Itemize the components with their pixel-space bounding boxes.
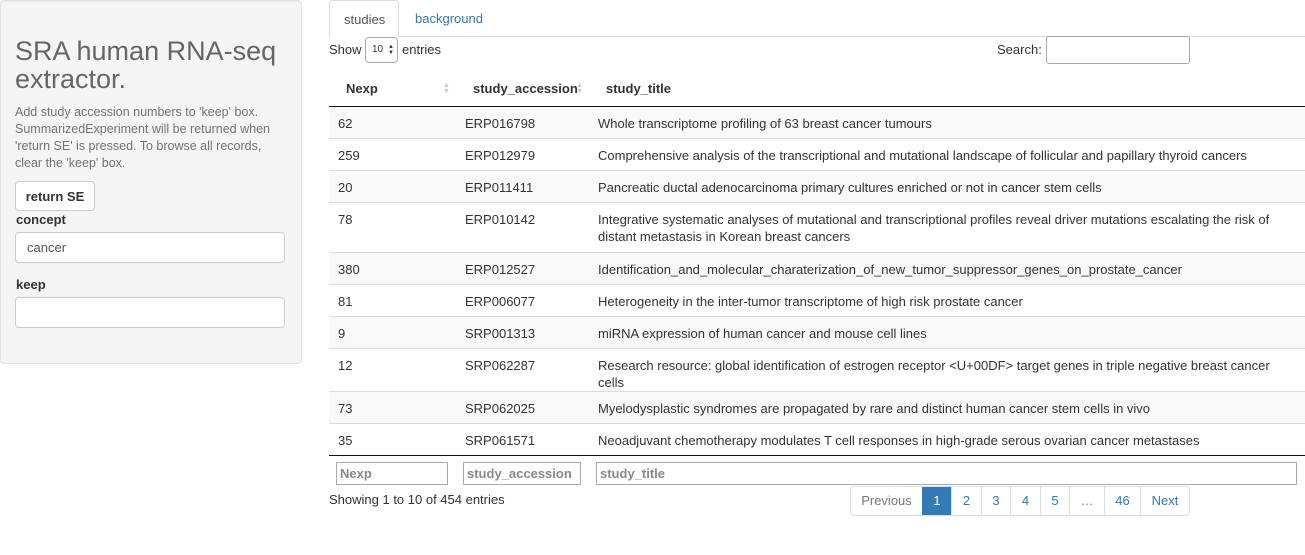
table-info: Showing 1 to 10 of 454 entries xyxy=(329,492,505,507)
pagination-previous[interactable]: Previous xyxy=(851,487,922,515)
select-arrows-icon: ▲ ▼ xyxy=(388,44,394,56)
entries-label: entries xyxy=(402,42,442,57)
pagination-ellipsis: … xyxy=(1069,487,1104,515)
sort-icon: ▲ ▼ xyxy=(443,82,450,95)
cell-nexp: 81 xyxy=(329,283,456,316)
cell-study-accession: SRP061571 xyxy=(456,422,589,455)
cell-study-title: Heterogeneity in the inter-tumor transcr… xyxy=(589,283,1305,316)
column-header-study-title[interactable]: study_title xyxy=(589,72,1305,107)
pagination: Previous 1 2 3 4 5 … 46 Next xyxy=(850,486,1190,516)
cell-nexp: 9 xyxy=(329,315,456,348)
filter-input-study-title[interactable] xyxy=(596,461,1297,485)
column-header-study-accession[interactable]: study_accession ▲ ▼ xyxy=(456,72,589,107)
cell-study-accession: SRP062025 xyxy=(456,390,589,423)
cell-study-accession: ERP011411 xyxy=(456,169,589,202)
table-row[interactable]: 9 SRP001313 miRNA expression of human ca… xyxy=(329,315,1305,348)
cell-study-accession: ERP010142 xyxy=(456,201,589,252)
cell-nexp: 73 xyxy=(329,390,456,423)
column-header-label: study_accession xyxy=(473,81,578,97)
app-title: SRA human RNA-seq extractor. xyxy=(15,36,277,94)
cell-nexp: 20 xyxy=(329,169,456,202)
table-row[interactable]: 380 ERP012527 Identification_and_molecul… xyxy=(329,251,1305,284)
table-row[interactable]: 12 SRP062287 Research resource: global i… xyxy=(329,347,1305,391)
tab-background[interactable]: background xyxy=(401,0,497,37)
keep-input[interactable] xyxy=(15,297,285,328)
cell-nexp: 78 xyxy=(329,201,456,252)
sidebar-panel: SRA human RNA-seq extractor. Add study a… xyxy=(0,0,302,364)
pagination-page-5[interactable]: 5 xyxy=(1040,487,1069,515)
cell-nexp: 259 xyxy=(329,137,456,170)
cell-study-accession: SRP062287 xyxy=(456,347,589,391)
pagination-page-1[interactable]: 1 xyxy=(922,487,951,515)
table-header-row: Nexp ▲ ▼ study_accession ▲ ▼ study_title xyxy=(329,72,1305,107)
cell-nexp: 12 xyxy=(329,347,456,391)
table-row[interactable]: 73 SRP062025 Myelodysplastic syndromes a… xyxy=(329,390,1305,423)
cell-nexp: 380 xyxy=(329,251,456,284)
cell-study-title: Research resource: global identification… xyxy=(589,347,1305,391)
concept-input[interactable] xyxy=(15,232,285,263)
cell-study-accession: ERP012527 xyxy=(456,251,589,284)
column-header-nexp[interactable]: Nexp ▲ ▼ xyxy=(329,72,456,107)
table-row[interactable]: 35 SRP061571 Neoadjuvant chemotherapy mo… xyxy=(329,422,1305,455)
cell-study-title: Neoadjuvant chemotherapy modulates T cel… xyxy=(589,422,1305,455)
return-se-button[interactable]: return SE xyxy=(15,181,95,211)
show-label: Show xyxy=(329,42,362,57)
cell-study-accession: ERP012979 xyxy=(456,137,589,170)
search-label: Search: xyxy=(997,42,1042,57)
pagination-page-3[interactable]: 3 xyxy=(981,487,1010,515)
tab-bar: studies background xyxy=(329,0,1305,38)
sort-icon: ▲ ▼ xyxy=(576,82,583,95)
tab-studies[interactable]: studies xyxy=(329,0,399,38)
pagination-page-46[interactable]: 46 xyxy=(1104,487,1140,515)
table-row[interactable]: 78 ERP010142 Integrative systematic anal… xyxy=(329,201,1305,252)
cell-study-accession: SRP001313 xyxy=(456,315,589,348)
cell-study-title: Comprehensive analysis of the transcript… xyxy=(589,137,1305,170)
cell-study-accession: ERP006077 xyxy=(456,283,589,316)
pagination-next[interactable]: Next xyxy=(1140,487,1189,515)
pagination-page-2[interactable]: 2 xyxy=(951,487,981,515)
table-row[interactable]: 62 ERP016798 Whole transcriptome profili… xyxy=(329,106,1305,138)
cell-study-title: Integrative systematic analyses of mutat… xyxy=(589,201,1305,252)
cell-study-title: miRNA expression of human cancer and mou… xyxy=(589,315,1305,348)
help-text: Add study accession numbers to 'keep' bo… xyxy=(15,105,270,170)
cell-study-title: Identification_and_molecular_charateriza… xyxy=(589,251,1305,284)
studies-table: Nexp ▲ ▼ study_accession ▲ ▼ study_title 6… xyxy=(329,72,1305,489)
filter-row xyxy=(329,454,1305,489)
table-row[interactable]: 81 ERP006077 Heterogeneity in the inter-… xyxy=(329,283,1305,316)
entries-length-select[interactable]: 10 ▲ ▼ xyxy=(365,37,398,63)
concept-label: concept xyxy=(16,212,66,227)
table-row[interactable]: 20 ERP011411 Pancreatic ductal adenocarc… xyxy=(329,169,1305,202)
cell-study-title: Myelodysplastic syndromes are propagated… xyxy=(589,390,1305,423)
filter-input-nexp[interactable] xyxy=(336,461,448,485)
cell-nexp: 35 xyxy=(329,422,456,455)
column-header-label: Nexp xyxy=(346,81,378,97)
cell-study-title: Pancreatic ductal adenocarcinoma primary… xyxy=(589,169,1305,202)
keep-label: keep xyxy=(16,277,46,292)
cell-study-title: Whole transcriptome profiling of 63 brea… xyxy=(589,106,1305,138)
entries-length-value: 10 xyxy=(372,44,384,55)
search-input[interactable] xyxy=(1046,36,1190,64)
cell-study-accession: ERP016798 xyxy=(456,106,589,138)
pagination-page-4[interactable]: 4 xyxy=(1010,487,1040,515)
cell-nexp: 62 xyxy=(329,106,456,138)
column-header-label: study_title xyxy=(606,81,672,97)
table-row[interactable]: 259 ERP012979 Comprehensive analysis of … xyxy=(329,137,1305,170)
filter-input-study-accession[interactable] xyxy=(463,461,581,485)
